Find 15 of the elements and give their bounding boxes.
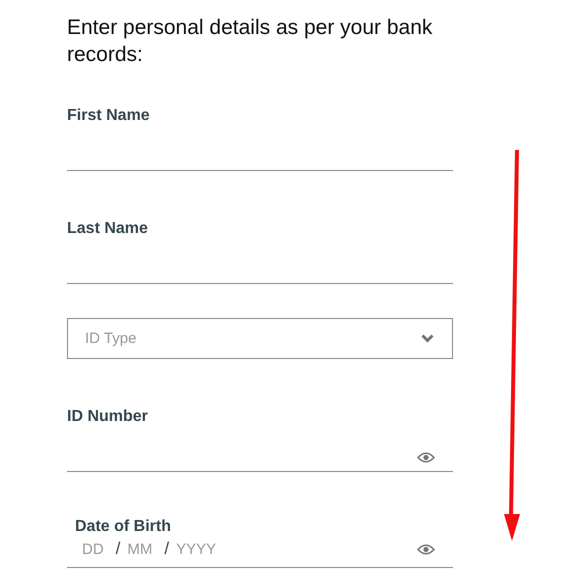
eye-icon[interactable] [417, 544, 435, 555]
date-placeholder: DD [82, 540, 104, 558]
form-heading: Enter personal details as per your bank records: [67, 15, 434, 68]
field-label: Last Name [67, 219, 149, 239]
date-placeholder: YYYY [176, 540, 216, 558]
date-separator: / [116, 539, 120, 559]
chevron-down-icon [421, 334, 434, 343]
date-placeholder: MM [127, 540, 152, 558]
date-separator: / [164, 539, 170, 559]
eye-icon[interactable] [417, 452, 435, 462]
field-label: ID Number [67, 407, 149, 427]
dropdown-placeholder: ID Type [85, 330, 136, 347]
field-label: Date of Birth [74, 517, 172, 537]
date-field[interactable]: DD / MM / YYYY [67, 539, 453, 568]
field-label: First Name [67, 106, 151, 126]
